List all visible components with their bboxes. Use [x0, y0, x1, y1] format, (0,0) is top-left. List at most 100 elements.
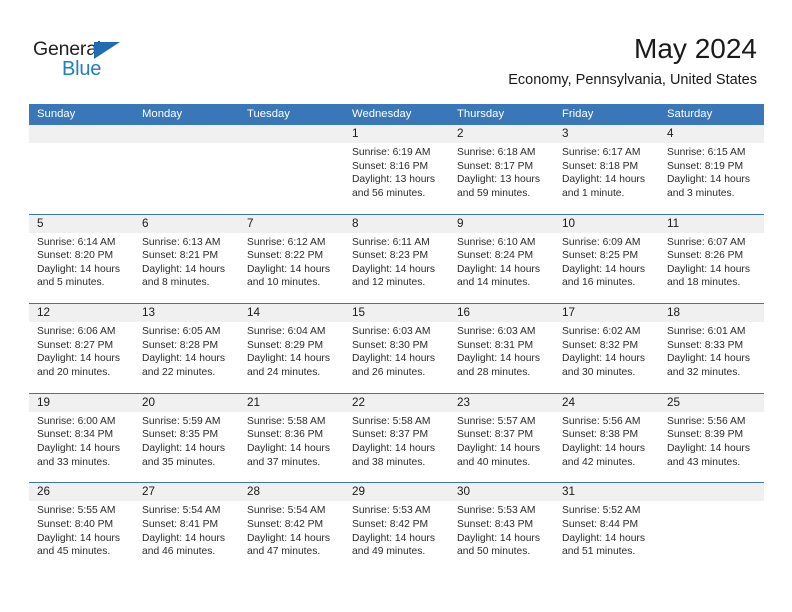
- calendar-day-cell[interactable]: 25 Sunrise: 5:56 AM Sunset: 8:39 PM Dayligh…: [659, 394, 764, 483]
- calendar-day-cell[interactable]: 3 Sunrise: 6:17 AM Sunset: 8:18 PM Daylight…: [554, 125, 659, 214]
- calendar-day-cell[interactable]: 12 Sunrise: 6:06 AM Sunset: 8:27 PM Dayligh…: [29, 304, 134, 393]
- daylight-text: Daylight: 14 hours: [667, 174, 750, 186]
- calendar-day-cell[interactable]: 16 Sunrise: 6:03 AM Sunset: 8:31 PM Dayligh…: [449, 304, 554, 393]
- day-number: 27: [142, 485, 156, 499]
- sunset-text: Sunset: 8:35 PM: [142, 429, 219, 441]
- calendar-day-cell[interactable]: 6 Sunrise: 6:13 AM Sunset: 8:21 PM Daylight…: [134, 215, 239, 304]
- daylight-text-cont: and 47 minutes.: [247, 546, 321, 558]
- sunset-text: Sunset: 8:21 PM: [142, 250, 219, 262]
- calendar-day-cell[interactable]: 26 Sunrise: 5:55 AM Sunset: 8:40 PM Dayligh…: [29, 483, 134, 572]
- weekday-header-row: Sunday Monday Tuesday Wednesday Thursday Frid…: [29, 104, 764, 124]
- calendar-day-cell[interactable]: 14 Sunrise: 6:04 AM Sunset: 8:29 PM Dayligh…: [239, 304, 344, 393]
- day-number: 5: [37, 216, 44, 230]
- sunset-text: Sunset: 8:16 PM: [352, 160, 429, 172]
- day-details: Sunrise: 6:06 AM Sunset: 8:27 PM Daylight:…: [37, 325, 134, 379]
- calendar-day-cell[interactable]: 29 Sunrise: 5:53 AM Sunset: 8:42 PM Dayligh…: [344, 483, 449, 572]
- day-details: Sunrise: 6:03 AM Sunset: 8:30 PM Daylight:…: [352, 325, 449, 379]
- sunrise-text: Sunrise: 5:58 AM: [352, 415, 431, 427]
- daylight-text-cont: and 32 minutes.: [667, 366, 741, 378]
- day-number: 11: [667, 216, 680, 230]
- calendar-day-cell[interactable]: 27 Sunrise: 5:54 AM Sunset: 8:41 PM Dayligh…: [134, 483, 239, 572]
- sunset-text: Sunset: 8:33 PM: [667, 339, 744, 351]
- sunset-text: Sunset: 8:23 PM: [352, 250, 429, 262]
- general-blue-logo[interactable]: General Blue: [33, 38, 153, 82]
- day-details: Sunrise: 6:04 AM Sunset: 8:29 PM Daylight:…: [247, 325, 344, 379]
- daylight-text-cont: and 35 minutes.: [142, 456, 216, 468]
- day-details: Sunrise: 5:54 AM Sunset: 8:42 PM Daylight:…: [247, 504, 344, 558]
- calendar-day-cell[interactable]: 18 Sunrise: 6:01 AM Sunset: 8:33 PM Dayligh…: [659, 304, 764, 393]
- sunrise-text: Sunrise: 5:57 AM: [457, 415, 536, 427]
- page-subtitle: Economy, Pennsylvania, United States: [508, 72, 757, 88]
- sunrise-text: Sunrise: 6:10 AM: [457, 236, 536, 248]
- daylight-text-cont: and 28 minutes.: [457, 366, 531, 378]
- calendar-day-cell[interactable]: 8 Sunrise: 6:11 AM Sunset: 8:23 PM Daylight…: [344, 215, 449, 304]
- sunset-text: Sunset: 8:20 PM: [37, 250, 114, 262]
- sunrise-text: Sunrise: 6:19 AM: [352, 147, 431, 158]
- calendar-day-cell[interactable]: 5 Sunrise: 6:14 AM Sunset: 8:20 PM Daylight…: [29, 215, 134, 304]
- sunset-text: Sunset: 8:28 PM: [142, 339, 219, 351]
- daylight-text: Daylight: 14 hours: [352, 532, 435, 544]
- calendar-day-cell[interactable]: 9 Sunrise: 6:10 AM Sunset: 8:24 PM Daylight…: [449, 215, 554, 304]
- daylight-text-cont: and 30 minutes.: [562, 366, 636, 378]
- week-cells: 26 Sunrise: 5:55 AM Sunset: 8:40 PM Dayligh…: [29, 483, 764, 572]
- calendar-day-cell[interactable]: 23 Sunrise: 5:57 AM Sunset: 8:37 PM Dayligh…: [449, 394, 554, 483]
- daylight-text-cont: and 51 minutes.: [562, 546, 636, 558]
- sunset-text: Sunset: 8:25 PM: [562, 250, 639, 262]
- logo-word-blue: Blue: [62, 58, 102, 80]
- day-number: 3: [562, 127, 569, 140]
- day-number: 7: [247, 216, 254, 230]
- day-number: 2: [457, 127, 464, 140]
- day-details: Sunrise: 6:17 AM Sunset: 8:18 PM Daylight:…: [562, 146, 659, 200]
- calendar-day-cell[interactable]: 2 Sunrise: 6:18 AM Sunset: 8:17 PM Daylight…: [449, 125, 554, 214]
- sunrise-text: Sunrise: 5:58 AM: [247, 415, 326, 427]
- calendar-day-cell[interactable]: 24 Sunrise: 5:56 AM Sunset: 8:38 PM Dayligh…: [554, 394, 659, 483]
- sunrise-text: Sunrise: 6:00 AM: [37, 415, 116, 427]
- sunrise-text: Sunrise: 5:56 AM: [667, 415, 746, 427]
- calendar-day-cell[interactable]: 30 Sunrise: 5:53 AM Sunset: 8:43 PM Dayligh…: [449, 483, 554, 572]
- calendar-day-cell[interactable]: 15 Sunrise: 6:03 AM Sunset: 8:30 PM Dayligh…: [344, 304, 449, 393]
- sunrise-text: Sunrise: 6:03 AM: [352, 326, 431, 338]
- calendar-day-cell[interactable]: 11 Sunrise: 6:07 AM Sunset: 8:26 PM Dayligh…: [659, 215, 764, 304]
- sunset-text: Sunset: 8:17 PM: [457, 160, 534, 172]
- daylight-text-cont: and 18 minutes.: [667, 277, 741, 289]
- sunrise-text: Sunrise: 5:53 AM: [457, 505, 536, 517]
- day-number: 8: [352, 216, 359, 230]
- calendar-day-cell[interactable]: 21 Sunrise: 5:58 AM Sunset: 8:36 PM Dayligh…: [239, 394, 344, 483]
- sunset-text: Sunset: 8:38 PM: [562, 429, 639, 441]
- sunrise-text: Sunrise: 6:07 AM: [667, 236, 746, 248]
- daylight-text-cont: and 16 minutes.: [562, 277, 636, 289]
- sunrise-text: Sunrise: 5:54 AM: [142, 505, 221, 517]
- calendar-day-cell[interactable]: 20 Sunrise: 5:59 AM Sunset: 8:35 PM Dayligh…: [134, 394, 239, 483]
- calendar-day-cell[interactable]: 10 Sunrise: 6:09 AM Sunset: 8:25 PM Dayligh…: [554, 215, 659, 304]
- sunset-text: Sunset: 8:30 PM: [352, 339, 429, 351]
- calendar-day-cell[interactable]: 28 Sunrise: 5:54 AM Sunset: 8:42 PM Dayligh…: [239, 483, 344, 572]
- calendar-day-cell[interactable]: 4 Sunrise: 6:15 AM Sunset: 8:19 PM Daylight…: [659, 125, 764, 214]
- day-details: Sunrise: 6:19 AM Sunset: 8:16 PM Daylight:…: [352, 146, 449, 200]
- calendar-day-cell[interactable]: 7 Sunrise: 6:12 AM Sunset: 8:22 PM Daylight…: [239, 215, 344, 304]
- daylight-text-cont: and 50 minutes.: [457, 546, 531, 558]
- daylight-text-cont: and 14 minutes.: [457, 277, 531, 289]
- day-number: 14: [247, 306, 261, 320]
- calendar-day-cell[interactable]: 17 Sunrise: 6:02 AM Sunset: 8:32 PM Dayligh…: [554, 304, 659, 393]
- calendar-day-cell[interactable]: 1 Sunrise: 6:19 AM Sunset: 8:16 PM Daylight…: [344, 125, 449, 214]
- sunrise-text: Sunrise: 5:56 AM: [562, 415, 641, 427]
- calendar-day-cell[interactable]: 19 Sunrise: 6:00 AM Sunset: 8:34 PM Dayligh…: [29, 394, 134, 483]
- calendar-cell-empty: [29, 125, 134, 214]
- day-details: Sunrise: 5:54 AM Sunset: 8:41 PM Daylight:…: [142, 504, 239, 558]
- day-details: Sunrise: 6:00 AM Sunset: 8:34 PM Daylight:…: [37, 415, 134, 469]
- sunrise-text: Sunrise: 6:05 AM: [142, 326, 221, 338]
- sunrise-text: Sunrise: 5:52 AM: [562, 505, 641, 517]
- calendar-day-cell[interactable]: 22 Sunrise: 5:58 AM Sunset: 8:37 PM Dayligh…: [344, 394, 449, 483]
- sunset-text: Sunset: 8:39 PM: [667, 429, 744, 441]
- day-details: Sunrise: 5:58 AM Sunset: 8:36 PM Daylight:…: [247, 415, 344, 469]
- calendar-day-cell[interactable]: 31 Sunrise: 5:52 AM Sunset: 8:44 PM Dayligh…: [554, 483, 659, 572]
- daylight-text-cont: and 20 minutes.: [37, 366, 111, 378]
- sunset-text: Sunset: 8:36 PM: [247, 429, 324, 441]
- weekday-header-wednesday: Wednesday: [352, 108, 412, 120]
- daylight-text-cont: and 24 minutes.: [247, 366, 321, 378]
- day-number: 22: [352, 395, 366, 409]
- weekday-header-tuesday: Tuesday: [247, 108, 290, 120]
- page-title: May 2024: [634, 33, 757, 64]
- sunset-text: Sunset: 8:44 PM: [562, 518, 639, 530]
- calendar-day-cell[interactable]: 13 Sunrise: 6:05 AM Sunset: 8:28 PM Dayligh…: [134, 304, 239, 393]
